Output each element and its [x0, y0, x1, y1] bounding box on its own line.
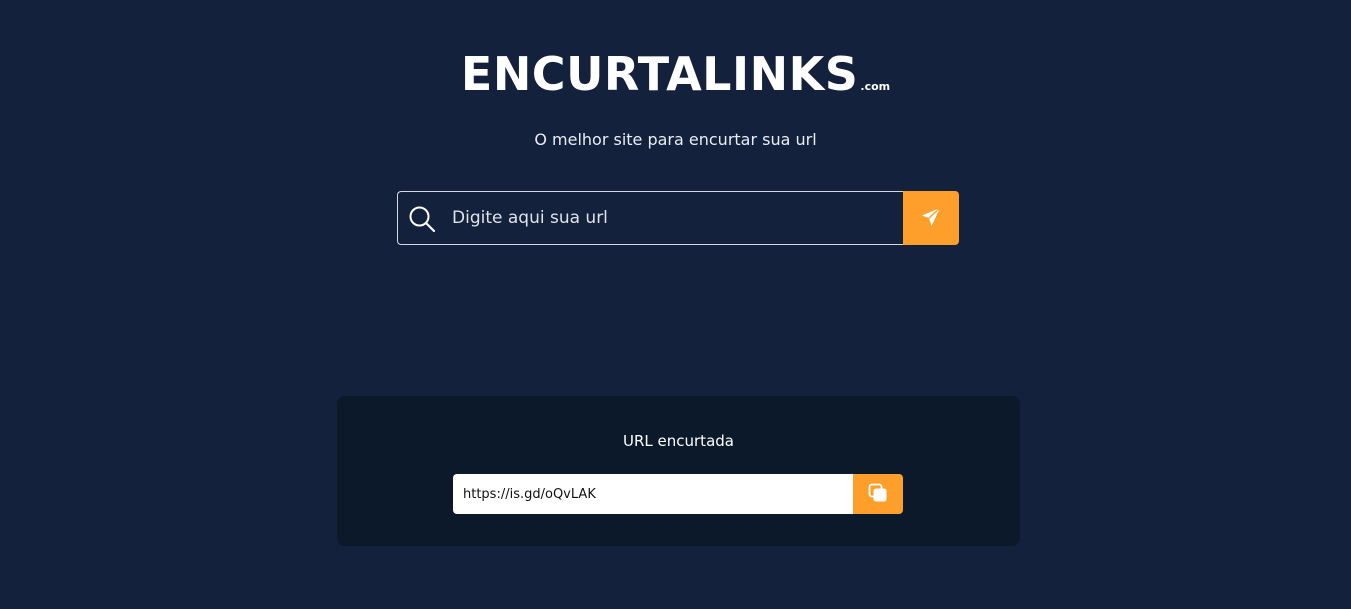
result-title: URL encurtada	[623, 432, 734, 450]
search-field	[397, 191, 904, 245]
result-row	[453, 474, 903, 514]
url-input[interactable]	[444, 193, 902, 243]
copy-button[interactable]	[853, 474, 903, 514]
tagline: O melhor site para encurtar sua url	[534, 130, 817, 149]
search-icon	[408, 205, 436, 233]
send-icon	[921, 206, 941, 230]
result-card: URL encurtada	[337, 396, 1020, 546]
logo-suffix: .com	[860, 80, 891, 93]
logo: ENCURTALINKS .com	[461, 44, 890, 117]
short-url-field[interactable]	[453, 474, 853, 514]
copy-icon	[868, 483, 888, 506]
search-bar	[397, 191, 959, 245]
header: ENCURTALINKS .com O melhor site para encu…	[0, 44, 1351, 151]
logo-text: ENCURTALINKS	[460, 47, 859, 101]
shorten-button[interactable]	[903, 191, 959, 245]
